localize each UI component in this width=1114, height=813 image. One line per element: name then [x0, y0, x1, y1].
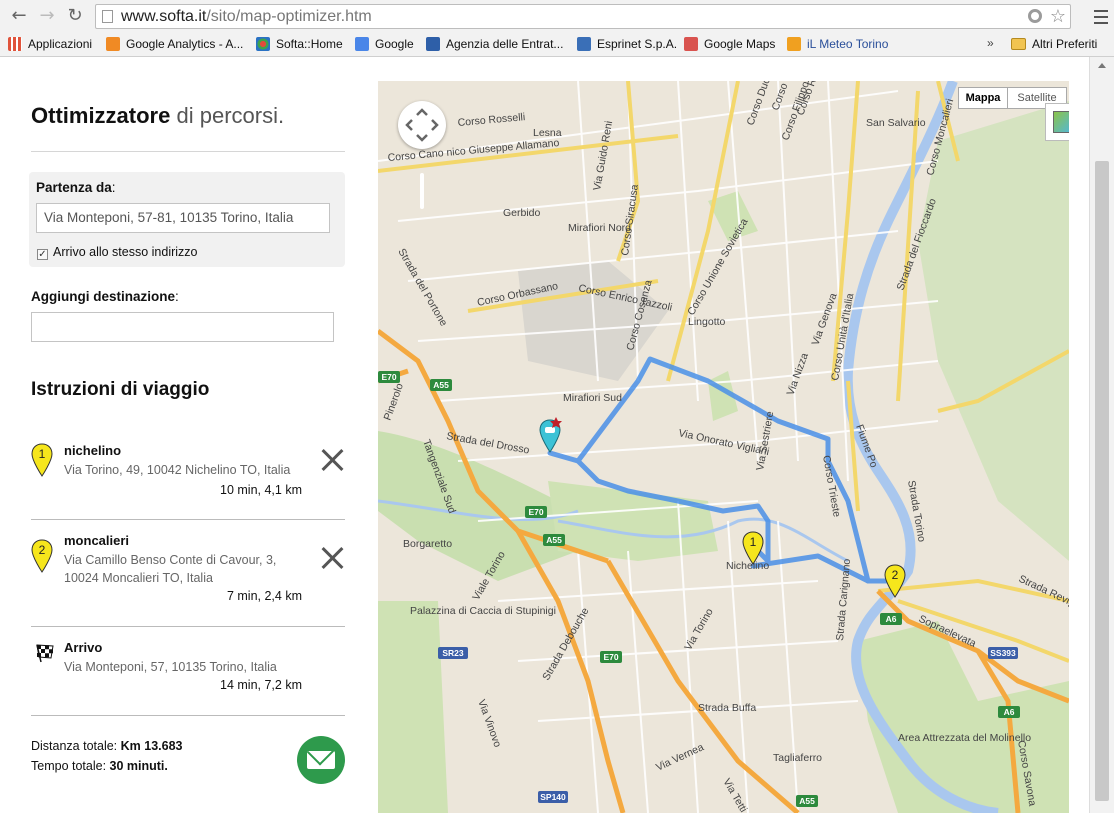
add-destination-input[interactable] [31, 312, 334, 342]
scrollbar-thumb[interactable] [1095, 161, 1109, 801]
zoom-slider[interactable] [420, 173, 424, 209]
map-canvas[interactable]: Corso Rosselli Lesna Corso Cano nico Giuse… [378, 81, 1069, 813]
streetview-icon[interactable] [1045, 103, 1069, 141]
step-summary: 7 min, 2,4 km [226, 589, 302, 603]
map-marker-2[interactable]: 2 [884, 564, 906, 598]
checkered-flag-icon [36, 644, 54, 663]
scroll-up-arrow[interactable] [1098, 63, 1106, 68]
total-time: Tempo totale: 30 minuti. [31, 759, 168, 773]
folder-icon [1011, 38, 1026, 50]
marker-number: 1 [750, 535, 757, 549]
email-button[interactable] [297, 736, 345, 784]
map-tiles [378, 81, 1069, 813]
star-icon[interactable]: ☆ [1050, 6, 1066, 27]
url-text[interactable]: www.softa.it/sito/map-optimizer.htm [121, 8, 372, 26]
divider [31, 715, 345, 716]
divider [31, 626, 345, 627]
step-name: moncalieri [64, 533, 130, 548]
same-address-checkbox[interactable]: ✓ [37, 249, 48, 260]
browser-toolbar: ← → ↻ www.softa.it/sito/map-optimizer.ht… [0, 0, 1114, 33]
bookmark-google-maps[interactable]: Google Maps [684, 37, 775, 51]
arrival-name: Arrivo [64, 640, 103, 655]
ilmeteo-icon [787, 37, 801, 51]
reload-icon[interactable]: ↻ [64, 5, 86, 27]
step-summary: 10 min, 4,1 km [220, 483, 302, 497]
esprinet-icon [577, 37, 591, 51]
route-step: 1 nichelino Via Torino, 49, 10042 Nichel… [31, 443, 345, 513]
divider [31, 151, 345, 152]
same-address-label: Arrivo allo stesso indirizzo [53, 245, 198, 259]
softa-icon [256, 37, 270, 51]
step-address: Via Camillo Benso Conte di Cavour, 3, 10… [64, 553, 277, 585]
bookmark-applicazioni[interactable]: Applicazioni [8, 37, 92, 51]
start-marker-icon[interactable] [538, 417, 562, 453]
pan-control[interactable] [398, 101, 446, 149]
marker-number: 2 [39, 543, 46, 557]
total-distance: Distanza totale: Km 13.683 [31, 739, 183, 753]
google-maps-icon [684, 37, 698, 51]
more-bookmarks-chevron[interactable]: » [987, 36, 994, 50]
agenzia-entrate-icon [426, 37, 440, 51]
back-arrow-icon[interactable]: ← [8, 5, 30, 27]
bookmark-esprinet[interactable]: Esprinet S.p.A. [577, 37, 677, 51]
page-scrollbar[interactable] [1089, 57, 1114, 813]
location-icon[interactable] [1028, 9, 1042, 23]
apps-grid-icon [8, 37, 22, 51]
start-address-input[interactable]: Via Monteponi, 57-81, 10135 Torino, Ital… [36, 203, 330, 233]
map-type-mappa[interactable]: Mappa [958, 87, 1008, 109]
arrival-summary: 14 min, 7,2 km [220, 678, 302, 692]
map-marker-1[interactable]: 1 [742, 531, 764, 565]
bookmark-agenzia-entrate[interactable]: Agenzia delle Entrat... [426, 37, 563, 51]
bookmarks-bar: Applicazioni Google Analytics - A... Sof… [0, 33, 1114, 57]
forward-arrow-icon[interactable]: → [36, 5, 58, 27]
menu-icon[interactable] [1094, 6, 1108, 26]
marker-number: 2 [892, 568, 899, 582]
address-bar[interactable]: www.softa.it/sito/map-optimizer.htm ☆ [95, 4, 1071, 29]
page-icon [102, 10, 113, 23]
bookmark-ilmeteo[interactable]: iL Meteo Torino [787, 37, 888, 51]
envelope-icon [307, 751, 335, 769]
marker-pin-icon: 1 [31, 443, 53, 477]
bookmark-google-analytics[interactable]: Google Analytics - A... [106, 37, 243, 51]
step-address: Via Torino, 49, 10042 Nichelino TO, Ital… [64, 463, 291, 477]
google-analytics-icon [106, 37, 120, 51]
step-name: nichelino [64, 443, 122, 458]
remove-step-icon[interactable] [319, 545, 345, 571]
bookmark-altri-preferiti[interactable]: Altri Preferiti [1011, 37, 1097, 51]
divider [31, 519, 345, 520]
route-step: 2 moncalieri Via Camillo Benso Conte di … [31, 533, 345, 613]
add-destination-label: Aggiungi destinazione: [31, 289, 179, 304]
optimizer-sidebar: Ottimizzatore di percorsi. Partenza da: … [0, 57, 378, 813]
pegman-icon [1053, 111, 1069, 133]
start-panel: Partenza da: Via Monteponi, 57-81, 10135… [29, 172, 345, 267]
page-title: Ottimizzatore di percorsi. [31, 103, 285, 128]
instructions-title: Istruzioni di viaggio [31, 379, 210, 400]
google-icon [355, 37, 369, 51]
bookmark-softa-home[interactable]: Softa::Home [256, 37, 343, 51]
pan-arrows-icon [405, 108, 439, 142]
route-arrival: Arrivo Via Monteponi, 57, 10135 Torino, … [31, 640, 345, 700]
marker-pin-icon: 2 [31, 539, 53, 573]
arrival-address: Via Monteponi, 57, 10135 Torino, Italia [64, 660, 277, 674]
marker-number: 1 [39, 447, 46, 461]
bookmark-google[interactable]: Google [355, 37, 414, 51]
remove-step-icon[interactable] [319, 447, 345, 473]
start-label: Partenza da: [36, 180, 116, 195]
